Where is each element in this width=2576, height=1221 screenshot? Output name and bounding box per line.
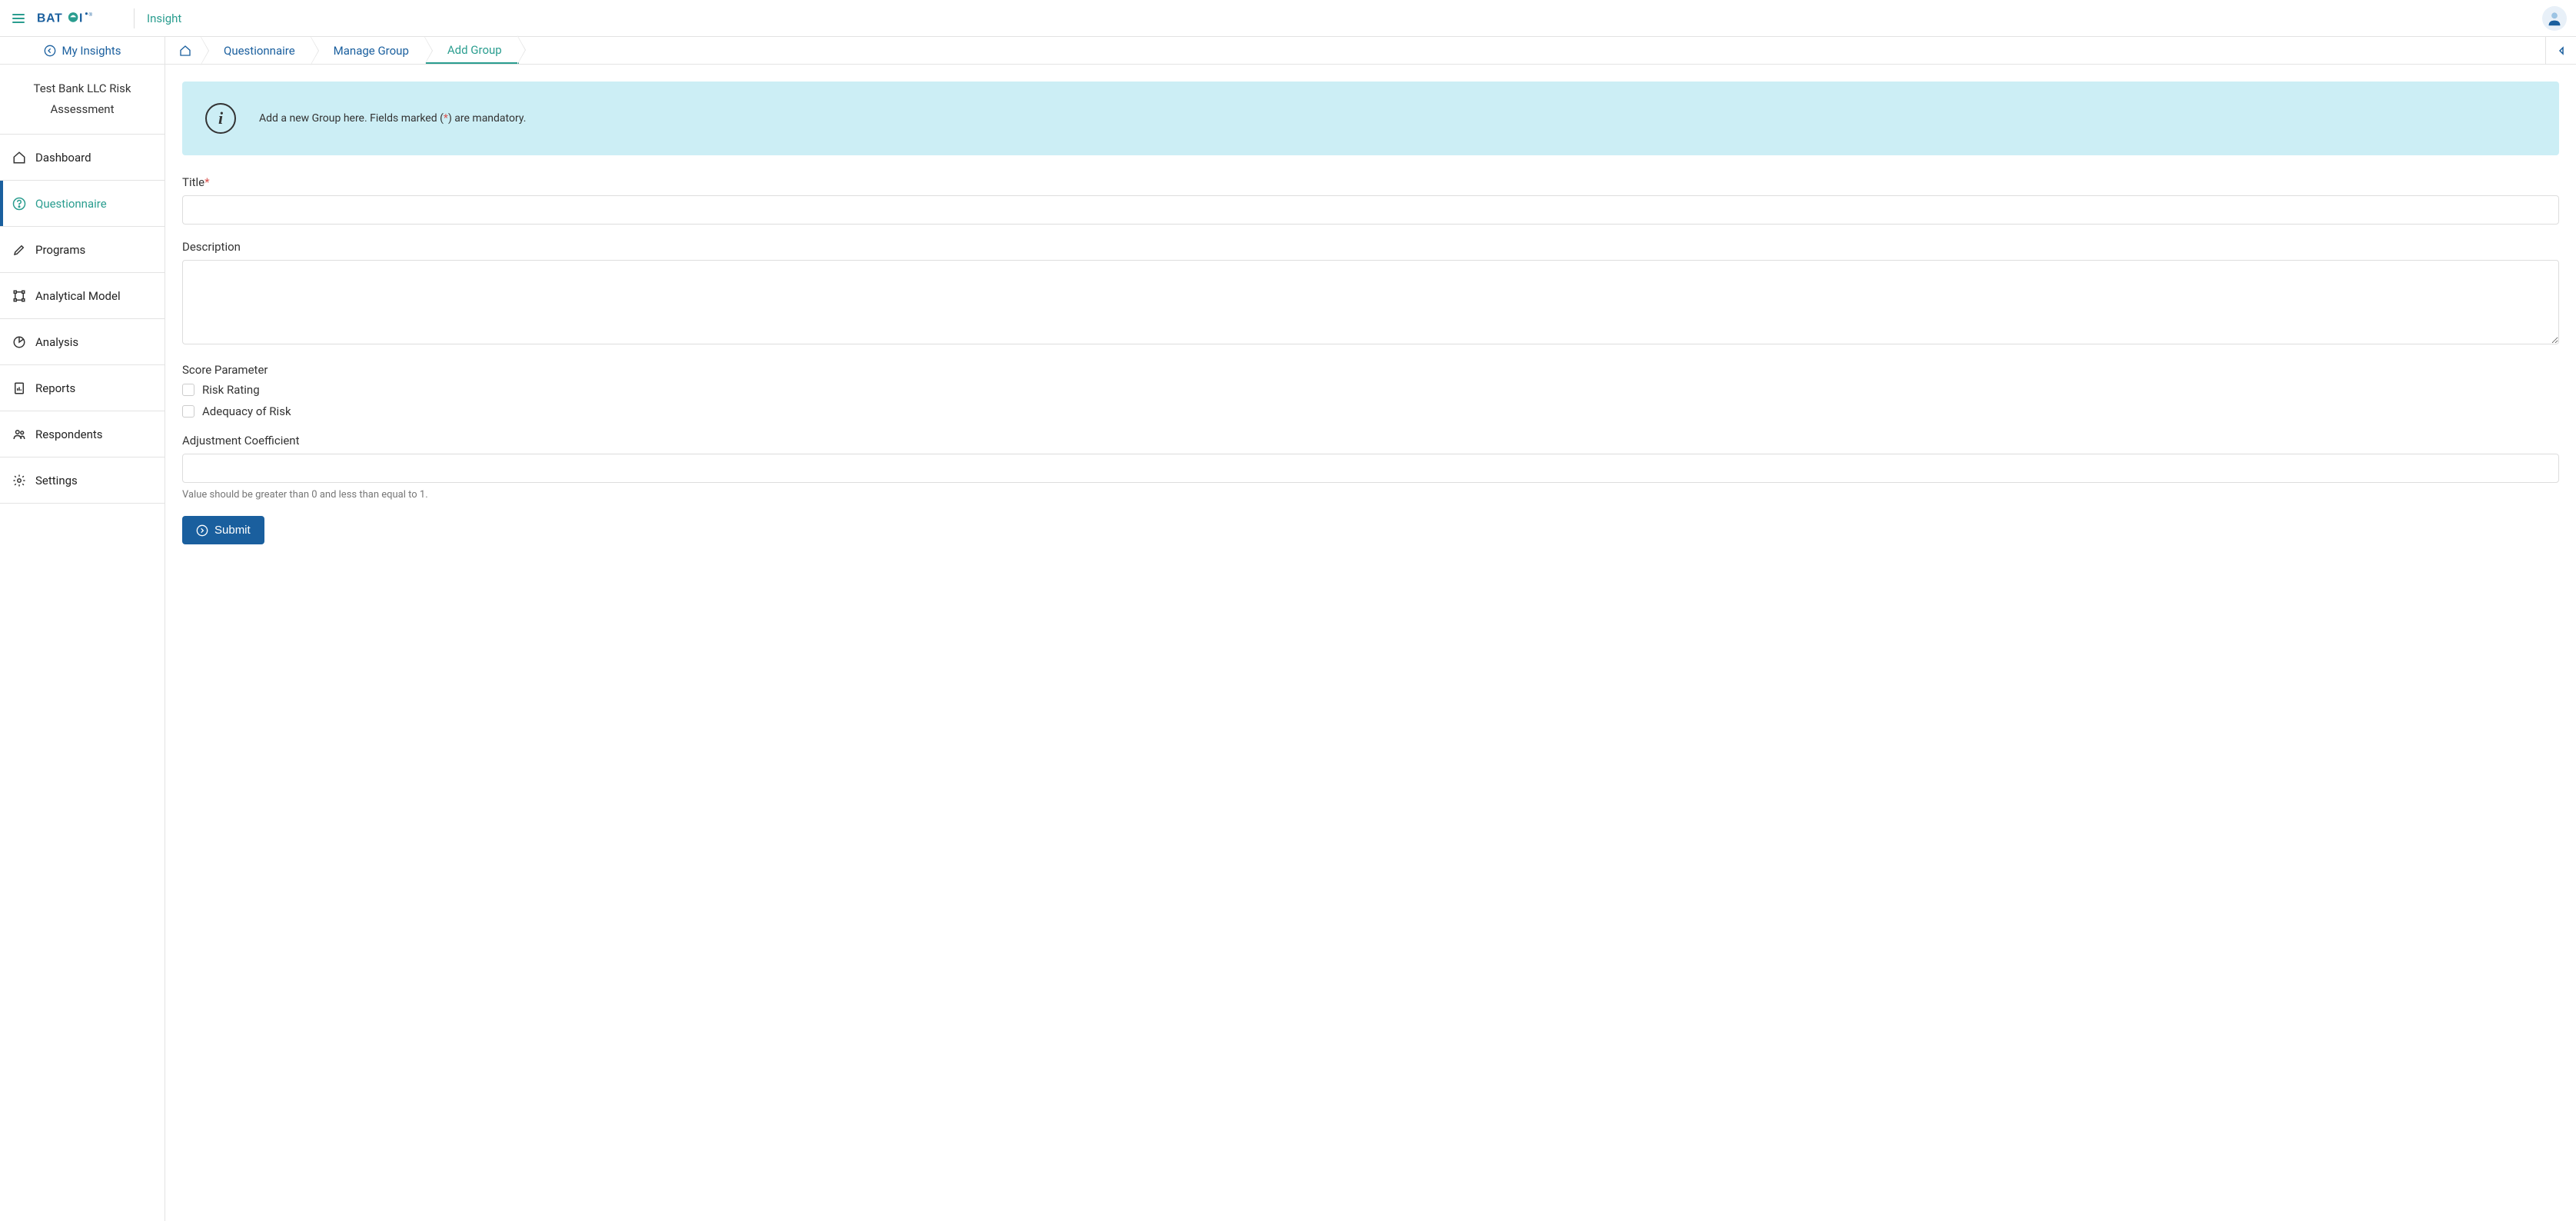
form-group-score-parameter: Score Parameter Risk Rating Adequacy of …: [182, 363, 2559, 418]
project-title: Test Bank LLC Risk Assessment: [0, 65, 165, 135]
top-header: BAT I ® Insight: [0, 0, 2576, 37]
sidebar-item-label: Reports: [35, 381, 75, 395]
sidebar-item-reports[interactable]: Reports: [0, 365, 165, 411]
breadcrumb-bar: Questionnaire Manage Group Add Group: [165, 37, 2576, 65]
my-insights-label: My Insights: [62, 44, 121, 58]
info-text-after: ) are mandatory.: [448, 112, 527, 125]
description-textarea[interactable]: [182, 260, 2559, 344]
sidebar-item-respondents[interactable]: Respondents: [0, 411, 165, 457]
form-group-description: Description: [182, 240, 2559, 348]
arrow-left-circle-icon: [44, 45, 56, 57]
sidebar-item-settings[interactable]: Settings: [0, 457, 165, 504]
submit-button[interactable]: Submit: [182, 516, 264, 544]
title-label-text: Title: [182, 175, 204, 189]
top-header-left: BAT I ® Insight: [9, 8, 181, 29]
nodes-icon: [12, 289, 26, 303]
sidebar-item-label: Settings: [35, 474, 78, 487]
description-label: Description: [182, 240, 2559, 254]
breadcrumb-label: Add Group: [447, 43, 502, 57]
brand-logo[interactable]: BAT I ®: [37, 8, 121, 29]
app-section-name[interactable]: Insight: [147, 12, 181, 25]
sidebar-item-label: Questionnaire: [35, 197, 107, 211]
pie-chart-icon: [12, 335, 26, 349]
my-insights-link[interactable]: My Insights: [0, 37, 165, 65]
hamburger-menu-icon[interactable]: [9, 9, 28, 28]
gear-icon: [12, 474, 26, 487]
info-icon: i: [205, 103, 236, 134]
sidebar-item-label: Analysis: [35, 335, 78, 349]
info-banner: i Add a new Group here. Fields marked (*…: [182, 82, 2559, 155]
adequacy-checkbox[interactable]: [182, 405, 194, 418]
submit-label: Submit: [214, 524, 251, 537]
breadcrumb-manage-group[interactable]: Manage Group: [312, 37, 426, 64]
sidebar-item-programs[interactable]: Programs: [0, 227, 165, 273]
home-icon: [179, 45, 191, 57]
user-avatar[interactable]: [2542, 6, 2567, 31]
form-group-title: Title*: [182, 175, 2559, 225]
users-icon: [12, 428, 26, 441]
info-text-before: Add a new Group here. Fields marked (: [259, 112, 444, 125]
home-icon: [12, 151, 26, 165]
form-group-adjustment: Adjustment Coefficient Value should be g…: [182, 434, 2559, 501]
question-circle-icon: [12, 197, 26, 211]
sidebar-item-label: Dashboard: [35, 151, 91, 165]
collapse-panel-button[interactable]: [2545, 37, 2576, 64]
sidebar-item-dashboard[interactable]: Dashboard: [0, 135, 165, 181]
breadcrumb-label: Manage Group: [334, 44, 409, 58]
sidebar-item-analytical-model[interactable]: Analytical Model: [0, 273, 165, 319]
adjustment-help-text: Value should be greater than 0 and less …: [182, 489, 2559, 501]
checkbox-row-risk-rating: Risk Rating: [182, 383, 2559, 397]
breadcrumb-label: Questionnaire: [224, 44, 295, 58]
risk-rating-label: Risk Rating: [202, 383, 260, 397]
breadcrumb-questionnaire[interactable]: Questionnaire: [202, 37, 312, 64]
svg-text:®: ®: [89, 11, 93, 17]
pen-icon: [12, 243, 26, 257]
checkbox-row-adequacy: Adequacy of Risk: [182, 404, 2559, 418]
info-banner-text: Add a new Group here. Fields marked (*) …: [259, 112, 526, 125]
sidebar-item-label: Analytical Model: [35, 289, 121, 303]
sidebar-item-analysis[interactable]: Analysis: [0, 319, 165, 365]
adequacy-label: Adequacy of Risk: [202, 404, 291, 418]
user-icon: [2546, 10, 2563, 27]
file-chart-icon: [12, 381, 26, 395]
header-divider: [134, 8, 135, 28]
form-container: i Add a new Group here. Fields marked (*…: [165, 65, 2576, 561]
arrow-right-circle-icon: [196, 524, 208, 537]
svg-text:BAT: BAT: [37, 12, 62, 25]
breadcrumb-add-group[interactable]: Add Group: [426, 37, 519, 64]
sidebar-item-label: Respondents: [35, 428, 103, 441]
risk-rating-checkbox[interactable]: [182, 384, 194, 396]
title-input[interactable]: [182, 195, 2559, 225]
adjustment-label: Adjustment Coefficient: [182, 434, 2559, 447]
sidebar-item-questionnaire[interactable]: Questionnaire: [0, 181, 165, 227]
score-parameter-label: Score Parameter: [182, 363, 2559, 377]
breadcrumbs: Questionnaire Manage Group Add Group: [165, 37, 519, 64]
title-label: Title*: [182, 175, 2559, 189]
sidebar: My Insights Test Bank LLC Risk Assessmen…: [0, 37, 165, 1221]
breadcrumb-home[interactable]: [165, 37, 202, 64]
svg-text:I: I: [79, 12, 82, 25]
sidebar-item-label: Programs: [35, 243, 85, 257]
triangle-left-icon: [2557, 46, 2566, 55]
adjustment-input[interactable]: [182, 454, 2559, 483]
content-area: Questionnaire Manage Group Add Group i A: [165, 37, 2576, 1221]
